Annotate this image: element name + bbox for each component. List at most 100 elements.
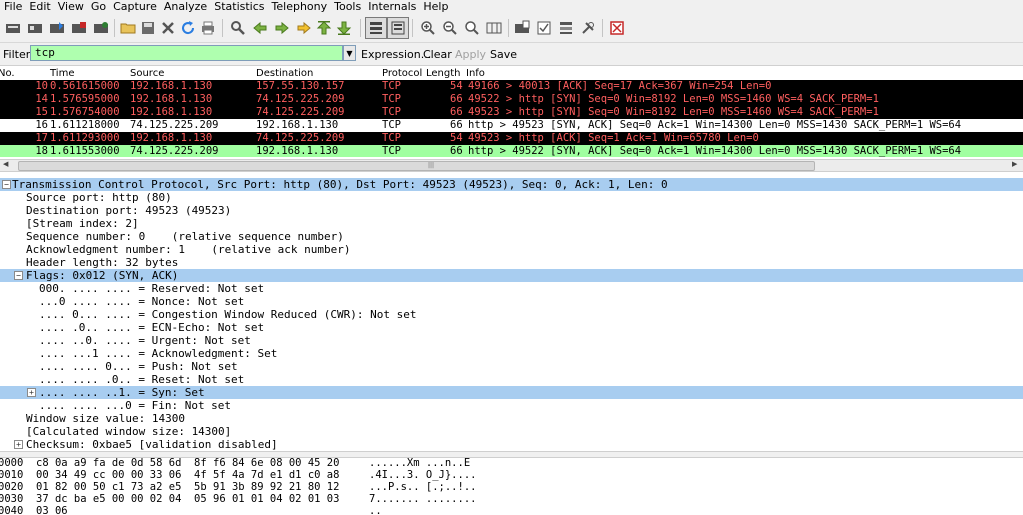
go-back-icon[interactable]	[250, 18, 270, 38]
save-file-icon[interactable]	[138, 18, 158, 38]
detail-tree-item[interactable]: ...0 .... .... = Nonce: Not set	[0, 295, 1023, 308]
detail-tree-item[interactable]: [Calculated window size: 14300]	[0, 425, 1023, 438]
expand-icon[interactable]: +	[27, 388, 36, 397]
find-packet-icon[interactable]	[228, 18, 248, 38]
detail-tree-item[interactable]: +.... .... ..1. = Syn: Set	[0, 386, 1023, 399]
menu-go[interactable]: Go	[87, 0, 109, 14]
auto-scroll-icon[interactable]	[387, 17, 409, 39]
column-info[interactable]: Info	[466, 68, 485, 79]
packet-row[interactable]: 17 1.611293000 192.168.1.130 74.125.225.209…	[0, 132, 1023, 145]
packet-time: 1.611218000	[50, 119, 120, 131]
save-filter-button[interactable]: Save	[490, 48, 517, 61]
packet-source: 192.168.1.130	[130, 80, 213, 92]
column-length[interactable]: Length	[426, 68, 461, 79]
go-first-icon[interactable]	[314, 18, 334, 38]
detail-tree-item[interactable]: Source port: http (80)	[0, 191, 1023, 204]
menu-tools[interactable]: Tools	[330, 0, 364, 14]
reload-icon[interactable]	[178, 18, 198, 38]
detail-tree-item[interactable]: [Stream index: 2]	[0, 217, 1023, 230]
apply-button[interactable]: Apply	[455, 48, 486, 61]
packet-info: http > 49523 [SYN, ACK] Seq=0 Ack=1 Win=…	[468, 119, 962, 131]
filter-dropdown-button[interactable]: ▼	[343, 45, 356, 61]
go-to-packet-icon[interactable]	[294, 18, 314, 38]
print-icon[interactable]	[198, 18, 218, 38]
menu-capture[interactable]: Capture	[109, 0, 160, 14]
menu-help[interactable]: Help	[419, 0, 451, 14]
hex-row[interactable]: 0010 00 34 49 cc 00 00 33 06 4f 5f 4a 7d …	[0, 469, 1023, 481]
detail-tree-item[interactable]: Destination port: 49523 (49523)	[0, 204, 1023, 217]
colorize-icon[interactable]	[365, 17, 387, 39]
zoom-in-icon[interactable]	[418, 18, 438, 38]
capture-filters-icon[interactable]	[512, 18, 532, 38]
hex-row[interactable]: 0020 01 82 00 50 c1 73 a2 e5 5b 91 3b 89 …	[0, 481, 1023, 493]
display-filters-icon[interactable]	[534, 18, 554, 38]
column-no[interactable]: No.	[0, 68, 15, 79]
packet-list-scrollbar[interactable]: ◀ ||| ▶	[0, 159, 1023, 172]
detail-tree-item[interactable]: .... ...1 .... = Acknowledgment: Set	[0, 347, 1023, 360]
detail-tree-item[interactable]: .... .... 0... = Push: Not set	[0, 360, 1023, 373]
clear-button[interactable]: Clear	[423, 48, 452, 61]
column-time[interactable]: Time	[50, 68, 74, 79]
coloring-rules-icon[interactable]	[556, 18, 576, 38]
scroll-right-icon[interactable]: ▶	[1012, 160, 1017, 168]
collapse-icon[interactable]: −	[14, 271, 23, 280]
menu-statistics[interactable]: Statistics	[210, 0, 267, 14]
stop-capture-icon[interactable]	[69, 18, 89, 38]
hex-row[interactable]: 0000 c8 0a a9 fa de 0d 58 6d 8f f6 84 6e …	[0, 457, 1023, 469]
packet-row[interactable]: 10 0.561615000 192.168.1.130 157.55.130.157…	[0, 80, 1023, 93]
zoom-normal-icon[interactable]	[462, 18, 482, 38]
interface-list-icon[interactable]	[3, 18, 23, 38]
scroll-left-icon[interactable]: ◀	[3, 160, 8, 168]
start-capture-icon[interactable]	[47, 18, 67, 38]
detail-tree-item[interactable]: Header length: 32 bytes	[0, 256, 1023, 269]
close-file-icon[interactable]	[158, 18, 178, 38]
detail-text: Source port: http (80)	[26, 191, 172, 204]
detail-tree-item[interactable]: .... .... .0.. = Reset: Not set	[0, 373, 1023, 386]
detail-tree-item[interactable]: .... ..0. .... = Urgent: Not set	[0, 334, 1023, 347]
expression-button[interactable]: Expression...	[361, 48, 431, 61]
menu-internals[interactable]: Internals	[364, 0, 419, 14]
collapse-icon[interactable]: −	[2, 180, 11, 189]
detail-tree-item[interactable]: .... .... ...0 = Fin: Not set	[0, 399, 1023, 412]
detail-tree-item[interactable]: − Transmission Control Protocol, Src Port…	[0, 178, 1023, 191]
packet-protocol: TCP	[382, 132, 401, 144]
detail-tree-item[interactable]: .... .0.. .... = ECN-Echo: Not set	[0, 321, 1023, 334]
detail-tree-item[interactable]: 000. .... .... = Reserved: Not set	[0, 282, 1023, 295]
hex-row[interactable]: 0030 37 dc ba e5 00 00 02 04 05 96 01 01 …	[0, 493, 1023, 505]
packet-row[interactable]: 15 1.576754000 192.168.1.130 74.125.225.209…	[0, 106, 1023, 119]
packet-list: 10 0.561615000 192.168.1.130 157.55.130.157…	[0, 80, 1023, 157]
restart-capture-icon[interactable]	[91, 18, 111, 38]
expand-icon[interactable]: +	[14, 440, 23, 449]
menu-edit[interactable]: Edit	[25, 0, 53, 14]
packet-bytes-pane: 0000 c8 0a a9 fa de 0d 58 6d 8f f6 84 6e …	[0, 457, 1023, 515]
help-icon[interactable]	[607, 18, 627, 38]
hex-ascii: ......Xm ...n..E	[369, 457, 477, 469]
menu-analyze[interactable]: Analyze	[160, 0, 210, 14]
column-destination[interactable]: Destination	[256, 68, 313, 79]
detail-tree-item[interactable]: Acknowledgment number: 1 (relative ack n…	[0, 243, 1023, 256]
open-file-icon[interactable]	[118, 18, 138, 38]
menu-file[interactable]: File	[0, 0, 25, 14]
zoom-out-icon[interactable]	[440, 18, 460, 38]
go-forward-icon[interactable]	[272, 18, 292, 38]
hex-row[interactable]: 0040 03 06..	[0, 505, 1023, 515]
detail-tree-item[interactable]: + Checksum: 0xbae5 [validation disabled]	[0, 438, 1023, 451]
detail-tree-item[interactable]: .... 0... .... = Congestion Window Reduc…	[0, 308, 1023, 321]
detail-tree-item[interactable]: − Flags: 0x012 (SYN, ACK)	[0, 269, 1023, 282]
preferences-icon[interactable]	[578, 18, 598, 38]
packet-row[interactable]: 14 1.576595000 192.168.1.130 74.125.225.209…	[0, 93, 1023, 106]
column-source[interactable]: Source	[130, 68, 164, 79]
scrollbar-thumb[interactable]	[18, 161, 815, 171]
packet-list-header: No. Time Source Destination Protocol Len…	[0, 67, 1023, 81]
detail-tree-item[interactable]: Window size value: 14300	[0, 412, 1023, 425]
packet-row[interactable]: 16 1.611218000 74.125.225.209 192.168.1.130…	[0, 119, 1023, 132]
go-last-icon[interactable]	[334, 18, 354, 38]
menu-telephony[interactable]: Telephony	[268, 0, 331, 14]
menu-view[interactable]: View	[54, 0, 87, 14]
packet-row[interactable]: 18 1.611553000 74.125.225.209 192.168.1.130…	[0, 145, 1023, 157]
capture-options-icon[interactable]	[25, 18, 45, 38]
detail-tree-item[interactable]: Sequence number: 0 (relative sequence nu…	[0, 230, 1023, 243]
column-protocol[interactable]: Protocol	[382, 68, 422, 79]
display-filter-input[interactable]: tcp	[30, 45, 343, 61]
resize-columns-icon[interactable]	[484, 18, 504, 38]
